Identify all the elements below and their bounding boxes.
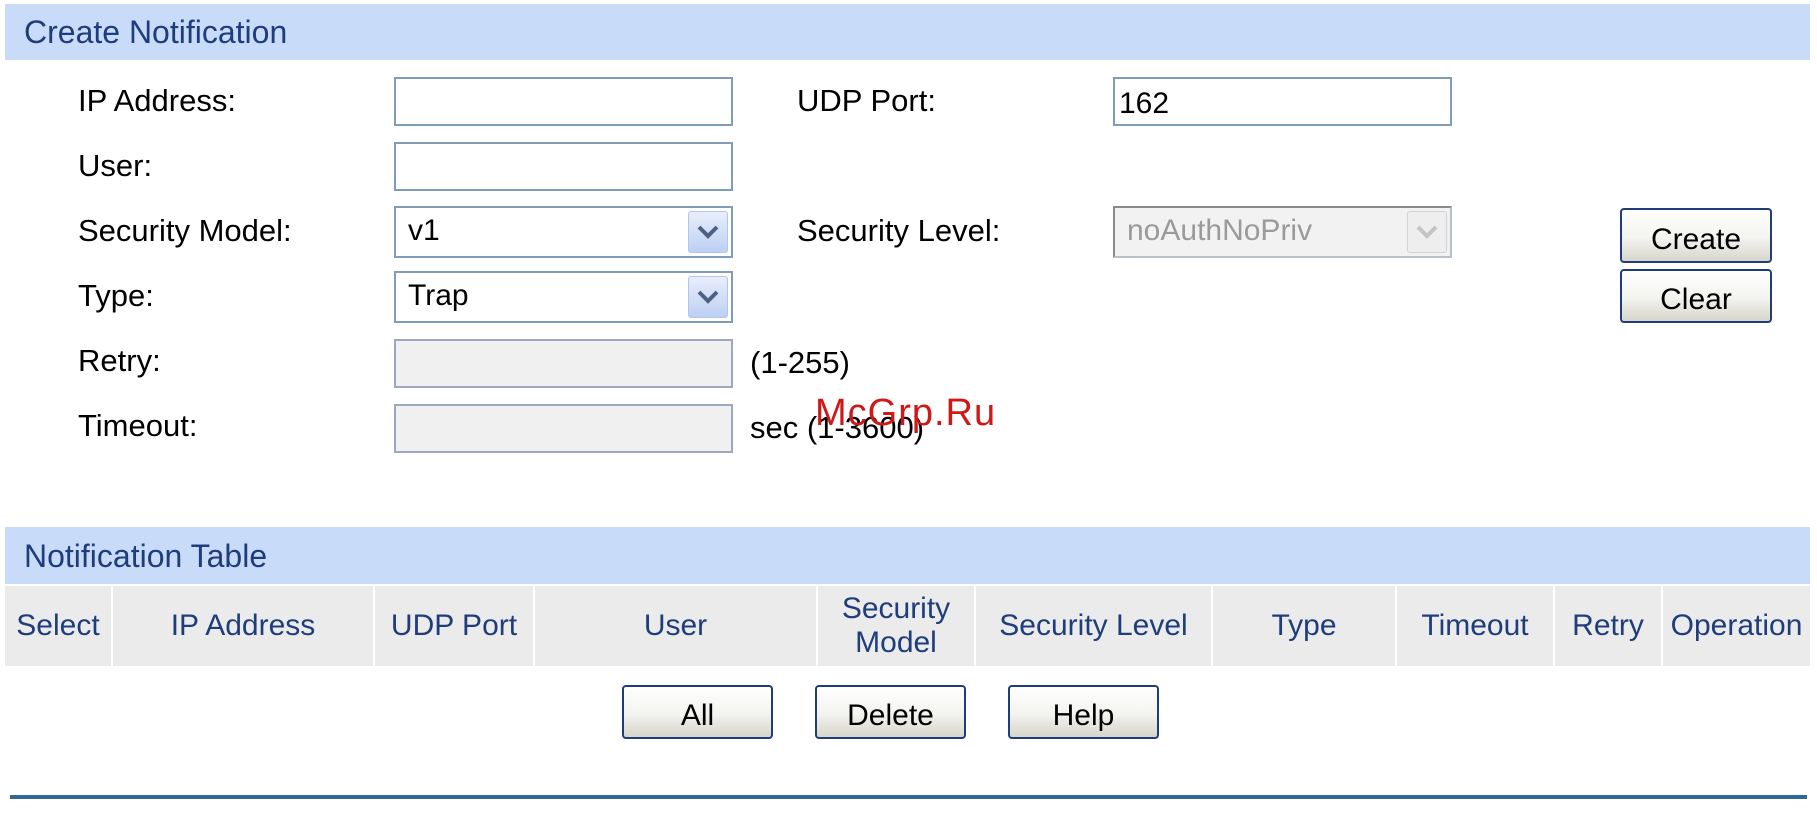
column-header-select: Select [5,586,113,666]
chevron-down-icon[interactable] [688,211,728,253]
timeout-range-hint: sec (1-3600) [750,410,925,445]
udp-port-input[interactable] [1113,77,1452,126]
security-level-select: noAuthNoPriv [1113,206,1452,258]
ip-address-input[interactable] [394,77,733,126]
help-button[interactable]: Help [1008,685,1159,739]
column-header-ip-address: IP Address [113,586,375,666]
notification-table-header: Notification Table [5,527,1810,584]
type-label: Type: [78,278,154,313]
security-model-value: v1 [408,214,440,247]
column-header-operation: Operation [1670,609,1803,642]
clear-button[interactable]: Clear [1620,269,1772,323]
create-notification-title: Create Notification [24,14,288,50]
type-select[interactable]: Trap [394,271,733,323]
column-header-retry: Retry [1555,586,1663,666]
notification-table-columns: Select IP Address UDP Port User Security… [5,586,1810,666]
create-notification-header: Create Notification [5,4,1810,60]
user-label: User: [78,148,153,183]
column-header-type: Type [1213,586,1397,666]
ip-address-label: IP Address: [78,83,236,118]
retry-input [394,339,733,388]
security-level-label: Security Level: [797,213,1001,248]
timeout-label: Timeout: [78,408,198,443]
select-all-button[interactable]: All [622,685,773,739]
delete-button[interactable]: Delete [815,685,966,739]
security-model-select[interactable]: v1 [394,206,733,258]
retry-label: Retry: [78,343,161,378]
retry-range-hint: (1-255) [750,345,850,380]
chevron-down-icon[interactable] [688,276,728,318]
timeout-input [394,404,733,453]
security-level-value: noAuthNoPriv [1127,214,1313,247]
column-header-security-level: Security Level [976,586,1213,666]
security-model-label: Security Model: [78,213,292,248]
column-header-timeout: Timeout [1397,586,1555,666]
type-value: Trap [408,279,469,312]
column-header-security-model: Security Model [818,586,976,666]
create-button[interactable]: Create [1620,208,1772,263]
column-header-udp-port: UDP Port [375,586,535,666]
notification-table-title: Notification Table [24,538,268,574]
column-header-user: User [535,586,818,666]
footer-divider [10,795,1807,799]
chevron-down-icon [1407,211,1447,253]
udp-port-label: UDP Port: [797,83,936,118]
user-input[interactable] [394,142,733,191]
